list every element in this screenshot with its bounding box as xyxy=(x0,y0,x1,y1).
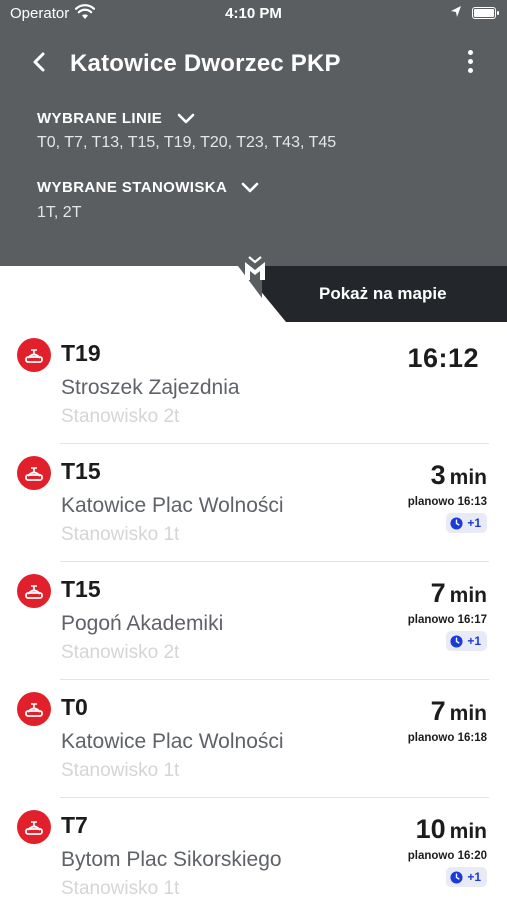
minutes-value: 7 xyxy=(430,696,446,726)
minutes-to-departure: 7 min xyxy=(431,578,487,609)
departure-row[interactable]: T15 Pogoń Akademiki Stanowisko 2t 7 min p… xyxy=(0,562,507,680)
stop-platform: Stanowisko 1t xyxy=(61,760,180,781)
status-time: 4:10 PM xyxy=(225,5,282,22)
departure-row[interactable]: T0 Katowice Plac Wolności Stanowisko 1t … xyxy=(0,680,507,798)
minutes-to-departure: 7 min xyxy=(431,696,487,727)
destination: Pogoń Akademiki xyxy=(61,612,224,635)
minutes-to-departure: 10 min xyxy=(416,814,487,845)
line-number: T7 xyxy=(61,812,88,838)
chevron-down-icon xyxy=(177,113,195,124)
departure-row[interactable]: T19 Stroszek Zajezdnia Stanowisko 2t 16:… xyxy=(0,326,507,444)
minutes-unit: min xyxy=(449,466,487,489)
line-number: T15 xyxy=(61,458,101,484)
delay-value: +1 xyxy=(467,634,481,648)
clock-icon xyxy=(450,634,463,648)
minutes-value: 3 xyxy=(430,460,446,490)
tram-icon xyxy=(17,810,51,844)
minutes-value: 10 xyxy=(415,814,446,844)
battery-icon xyxy=(472,7,499,19)
tram-icon xyxy=(17,692,51,726)
delay-badge: +1 xyxy=(446,513,487,533)
lines-filter-toggle[interactable]: WYBRANE LINIE xyxy=(37,110,195,127)
planned-time: planowo 16:13 xyxy=(407,496,487,508)
chevron-left-icon xyxy=(33,52,45,72)
stop-header: Katowice Dworzec PKP WYBRANE LINIE T0, T… xyxy=(0,28,507,266)
stop-platform: Stanowisko 1t xyxy=(61,878,180,899)
clock-icon xyxy=(450,516,463,530)
back-button[interactable] xyxy=(28,50,52,74)
metropolis-logo-icon xyxy=(243,256,267,287)
planned-time: planowo 16:18 xyxy=(407,732,487,744)
status-bar: Operator 4:10 PM xyxy=(0,0,507,28)
lines-filter-label: WYBRANE LINIE xyxy=(37,110,163,127)
destination: Stroszek Zajezdnia xyxy=(61,376,240,399)
minutes-unit: min xyxy=(449,820,487,843)
destination: Katowice Plac Wolności xyxy=(61,730,284,753)
tram-icon xyxy=(17,574,51,608)
stops-filter-label: WYBRANE STANOWISKA xyxy=(37,179,227,196)
delay-value: +1 xyxy=(467,516,481,530)
stops-filter-value: 1T, 2T xyxy=(37,204,82,221)
chevron-down-icon xyxy=(241,182,259,193)
departures-list: T19 Stroszek Zajezdnia Stanowisko 2t 16:… xyxy=(0,326,507,916)
show-on-map-label: Pokaż na mapie xyxy=(319,284,447,303)
minutes-to-departure: 3 min xyxy=(431,460,487,491)
tram-icon xyxy=(17,456,51,490)
minutes-value: 7 xyxy=(430,578,446,608)
line-number: T19 xyxy=(61,340,101,366)
clock-icon xyxy=(450,870,463,884)
destination: Bytom Plac Sikorskiego xyxy=(61,848,282,871)
delay-badge: +1 xyxy=(446,631,487,651)
delay-badge: +1 xyxy=(446,867,487,887)
departure-row[interactable]: T15 Katowice Plac Wolności Stanowisko 1t… xyxy=(0,444,507,562)
stop-platform: Stanowisko 2t xyxy=(61,642,180,663)
planned-time: planowo 16:20 xyxy=(407,850,487,862)
departure-row[interactable]: T7 Bytom Plac Sikorskiego Stanowisko 1t … xyxy=(0,798,507,916)
planned-time: planowo 16:17 xyxy=(407,614,487,626)
tram-icon xyxy=(17,338,51,372)
delay-value: +1 xyxy=(467,870,481,884)
more-options-button[interactable] xyxy=(460,50,480,78)
lines-filter-value: T0, T7, T13, T15, T19, T20, T23, T43, T4… xyxy=(37,134,337,151)
stops-filter-toggle[interactable]: WYBRANE STANOWISKA xyxy=(37,179,259,196)
minutes-unit: min xyxy=(449,702,487,725)
destination: Katowice Plac Wolności xyxy=(61,494,284,517)
page-title: Katowice Dworzec PKP xyxy=(70,50,341,77)
line-number: T0 xyxy=(61,694,88,720)
stop-platform: Stanowisko 2t xyxy=(61,406,180,427)
location-arrow-icon xyxy=(450,5,462,23)
minutes-unit: min xyxy=(449,584,487,607)
line-number: T15 xyxy=(61,576,101,602)
stop-platform: Stanowisko 1t xyxy=(61,524,180,545)
departure-time: 16:12 xyxy=(407,343,479,373)
